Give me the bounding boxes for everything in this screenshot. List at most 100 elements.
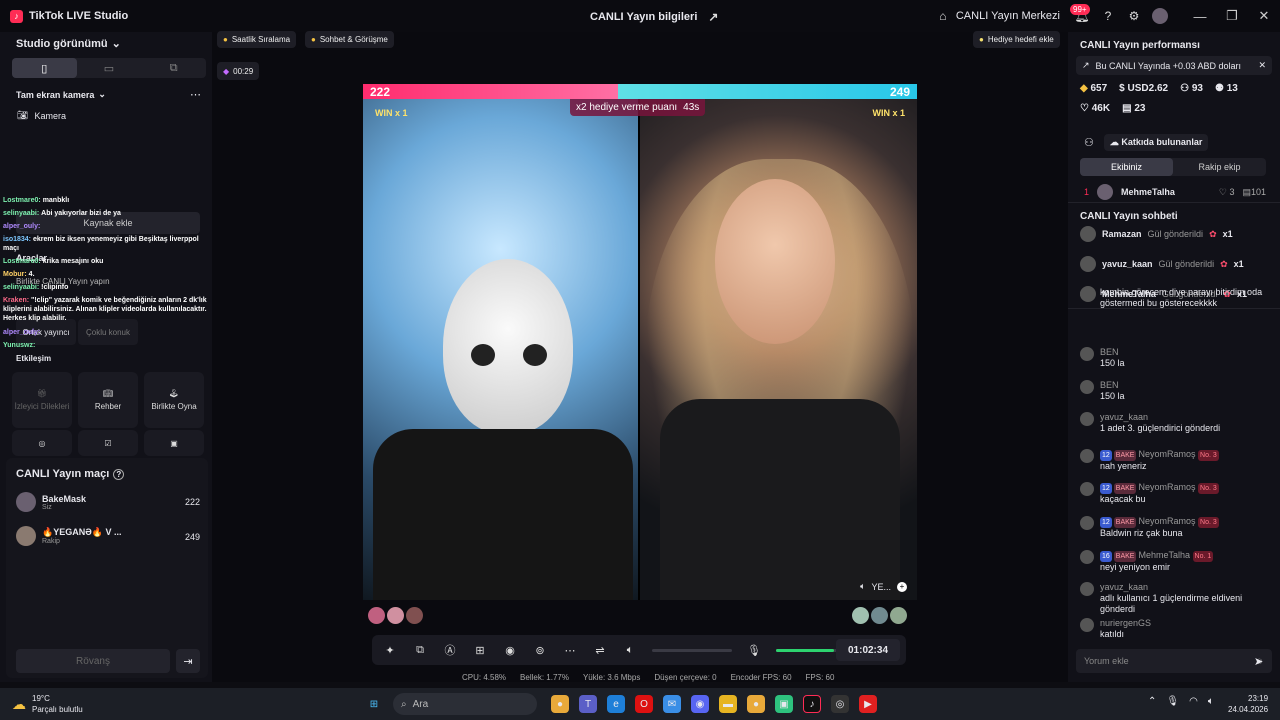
weather-widget[interactable]: ☁ 19°C Parçalı bulutlu [12, 693, 83, 715]
clock[interactable]: 23:19 24.04.2026 [1228, 693, 1268, 715]
comment-input[interactable]: Yorum ekle ☺ [1076, 649, 1272, 673]
ai-icon[interactable]: Ⓐ [442, 642, 458, 658]
wifi-icon[interactable]: ◠ [1189, 696, 1198, 707]
more-icon[interactable]: ⋯ [562, 642, 578, 658]
rival-top-gifters[interactable] [852, 607, 907, 624]
gift-icon: 🎁︎ [36, 389, 48, 398]
chat-message[interactable]: nuriergenGS katıldı [1080, 618, 1276, 640]
guide-button[interactable]: 📖︎ Rehber [78, 372, 138, 428]
chat-message[interactable]: 12 BAKE NeyomRamoş No. 3 Baldwin riz çak bu… [1080, 516, 1276, 539]
tool-slot-6[interactable]: ▣ [144, 430, 204, 456]
effects-icon[interactable]: ⧉ [412, 642, 428, 658]
live-info-link[interactable]: CANLI Yayın bilgileri ↗ [590, 9, 721, 25]
chat-message[interactable]: BEN 150 la [1080, 347, 1276, 369]
gift-message[interactable]: Ramazan Gül gönderildi ✿ x1 [1080, 226, 1276, 242]
microphone-icon[interactable]: 🎙︎ [1166, 696, 1179, 707]
magic-wand-icon[interactable]: ✦ [382, 642, 398, 658]
minimize-icon[interactable]: — [1184, 9, 1216, 24]
layout-icon[interactable]: ⧉ [141, 58, 206, 78]
speaker-icon[interactable]: 🔈︎ [622, 642, 638, 658]
studio-view-dropdown[interactable]: Studio görünümü ⌄ [16, 37, 121, 51]
tiktok-icon[interactable]: ♪ [803, 695, 821, 713]
avatar [1080, 449, 1094, 463]
chat-message[interactable]: BEN 150 la [1080, 380, 1276, 402]
volume-icon[interactable]: 🔈︎ [1208, 696, 1214, 707]
fps-stat: FPS: 60 [805, 673, 835, 682]
trophy-icon: ● [223, 35, 228, 44]
chat-call-label: Sohbet & Görüşme [319, 35, 388, 44]
portrait-icon[interactable]: ▯ [12, 58, 77, 78]
gift-message[interactable]: yavuz_kaan Gül gönderildi ✿ x1 [1080, 256, 1276, 272]
record-icon: ◆ [223, 66, 230, 76]
play-together-button[interactable]: 🕹︎ Birlikte Oyna [144, 372, 204, 428]
chat-message[interactable]: kombin görecem diye parayı bitirdim oda … [1080, 287, 1276, 309]
camera-source[interactable]: 📷︎ Kamera [17, 110, 66, 121]
chat-message[interactable]: 16 BAKE MehmeTalha No. 1 neyi yeniyon emir [1080, 550, 1276, 573]
tool-slot-5[interactable]: ☑ [78, 430, 138, 456]
scene-dropdown[interactable]: Tam ekran kamera ⌄ [16, 89, 106, 100]
chat-text: neyi yeniyon emir [1100, 562, 1171, 572]
chat-message[interactable]: yavuz_kaan 1 adet 3. güçlendirici gönderd… [1080, 412, 1276, 434]
taskbar: ☁ 19°C Parçalı bulutlu ⊞ ● T e O ✉ ◉ ▬ ● … [0, 688, 1280, 720]
windows-start-icon[interactable]: ⊞ [365, 695, 383, 713]
cpu-stat: CPU: 4.58% [462, 673, 507, 682]
followers-icon: ⚉ [1214, 83, 1224, 94]
chat-message[interactable]: 12 BAKE NeyomRamoş No. 3 nah yeneriz [1080, 449, 1276, 472]
info-icon[interactable]: ? [113, 468, 125, 480]
upload-stat: Yükle: 3.6 Mbps [582, 673, 641, 682]
rematch-button[interactable]: Rövanş [16, 649, 170, 673]
landscape-icon[interactable]: ▭ [77, 58, 142, 78]
top-contributor-row[interactable]: 1 MehmeTalha ♡ 3 ▤101 [1084, 184, 1266, 200]
self-top-gifters[interactable] [368, 607, 423, 624]
opera-icon[interactable]: O [635, 695, 653, 713]
taskbar-search[interactable]: ⌕ Ara [393, 693, 537, 715]
player-self-name: BakeMask [42, 493, 87, 504]
tab-my-team[interactable]: Ekibiniz [1080, 158, 1173, 176]
camera-switch-icon[interactable]: ⊚ [532, 642, 548, 658]
equalizer-icon[interactable]: ⇌ [592, 642, 608, 658]
win-right: WIN x 1 [872, 108, 905, 118]
viewer-wishes-label: İzleyici Dilekleri [14, 402, 70, 411]
close-icon[interactable]: ✕ [1258, 60, 1266, 71]
fan-club-badge: BAKE [1113, 483, 1137, 494]
teams-icon[interactable]: T [579, 695, 597, 713]
chat-message[interactable]: yavuz_kaan adlı kullanıcı 1 güçlendirme e… [1080, 582, 1276, 615]
microphone-icon[interactable]: 🎙︎ [746, 642, 762, 658]
speaker-volume-slider[interactable] [652, 648, 732, 652]
x2-text: x2 hediye verme puanı [576, 102, 678, 113]
guest-tag[interactable]: 🔈︎ YE... + [860, 581, 907, 592]
help-icon[interactable]: ? [1100, 8, 1116, 24]
skull-mask [443, 259, 573, 434]
gift-goal-chip[interactable]: ● Hediye hedefi ekle [973, 31, 1060, 48]
edge-icon[interactable]: e [607, 695, 625, 713]
hourly-ranking-chip[interactable]: ● Saatlik Sıralama [217, 31, 297, 48]
chrome2-icon[interactable]: ● [747, 695, 765, 713]
more-icon[interactable]: ⋯ [190, 88, 201, 101]
gear-icon[interactable]: ⚙ [1126, 8, 1142, 24]
record-button-icon[interactable]: ◉ [502, 642, 518, 658]
youtube-icon[interactable]: ▶ [859, 695, 877, 713]
chat-message[interactable]: 12 BAKE NeyomRamoş No. 3 kaçacak bu [1080, 482, 1276, 505]
chrome-icon[interactable]: ● [551, 695, 569, 713]
close-icon[interactable]: ✕ [1248, 8, 1280, 24]
viewer-wishes-button[interactable]: 🎁︎ İzleyici Dilekleri [12, 372, 72, 428]
tab-rival-team[interactable]: Rakip ekip [1173, 158, 1266, 176]
maximize-icon[interactable]: ❐ [1216, 8, 1248, 24]
exit-icon[interactable]: ⇥ [176, 649, 200, 673]
discord-icon[interactable]: ◉ [691, 695, 709, 713]
contributors-button[interactable]: ☁ Katkıda bulunanlar [1103, 134, 1209, 151]
send-icon[interactable]: ➤ [1254, 655, 1263, 668]
live-center-button[interactable]: ⌂ CANLI Yayın Merkezi [935, 8, 1060, 24]
avatar [1080, 347, 1094, 361]
folder-icon[interactable]: ▬ [719, 695, 737, 713]
text-icon[interactable]: ⊞ [472, 642, 488, 658]
profile-avatar[interactable] [1152, 8, 1168, 24]
app-icon[interactable]: ▣ [775, 695, 793, 713]
overlay-chat-line: Lostmare0: manbklı [3, 196, 208, 205]
mail-icon[interactable]: ✉ [663, 695, 681, 713]
level-badge: 16 [1100, 551, 1112, 562]
tool-slot-4[interactable]: ◎ [12, 430, 72, 456]
obs-icon[interactable]: ◎ [831, 695, 849, 713]
chat-call-chip[interactable]: ● Sohbet & Görüşme [305, 31, 394, 48]
chevron-up-icon[interactable]: ⌃ [1148, 696, 1156, 707]
